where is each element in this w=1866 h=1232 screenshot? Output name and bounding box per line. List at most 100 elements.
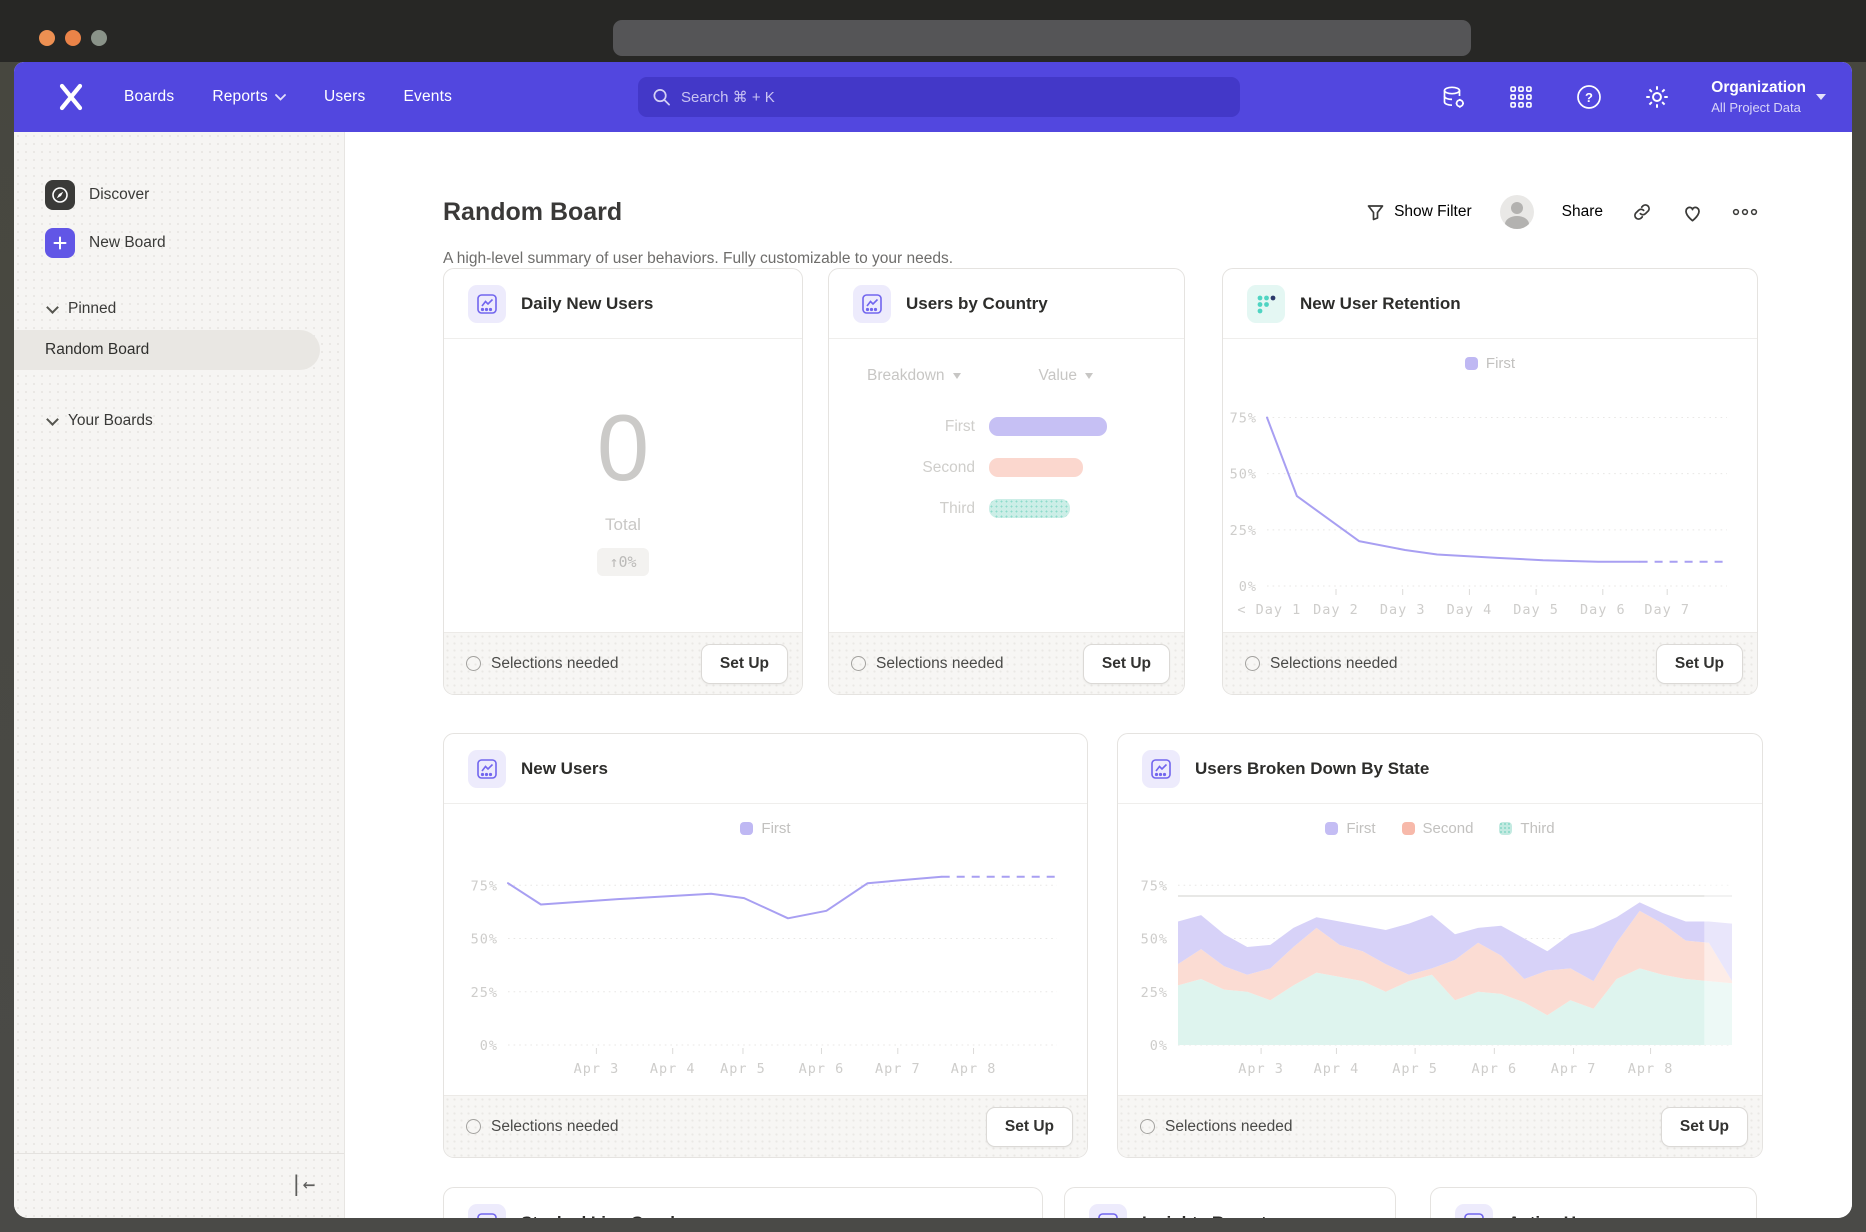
sidebar-item-discover[interactable]: Discover [45, 180, 149, 210]
setup-button[interactable]: Set Up [701, 644, 788, 684]
bar-second [989, 458, 1083, 477]
card-users-by-state: Users Broken Down By State First Second [1117, 733, 1763, 1158]
line-chart-icon [1089, 1204, 1127, 1218]
browser-tab[interactable] [613, 20, 1471, 56]
svg-text:Apr 7: Apr 7 [1551, 1061, 1597, 1077]
card-status: Selections needed [466, 1118, 986, 1136]
sidebar-section-pinned[interactable]: Pinned [48, 300, 116, 318]
state-stacked-area-chart: 0%25%50%75%Apr 3Apr 4Apr 5Apr 6Apr 7Apr … [1118, 852, 1762, 1095]
setup-button[interactable]: Set Up [1083, 644, 1170, 684]
bar-row: First [829, 417, 1184, 436]
card-insights-report: Insights Report [1064, 1187, 1396, 1218]
svg-text:Day 7: Day 7 [1644, 602, 1690, 618]
card-status: Selections needed [466, 655, 701, 673]
global-search[interactable] [638, 77, 1240, 117]
svg-text:0%: 0% [480, 1038, 498, 1054]
svg-text:25%: 25% [1141, 985, 1168, 1001]
sidebar-section-your-boards[interactable]: Your Boards [48, 412, 153, 430]
chevron-down-icon [1816, 94, 1826, 100]
status-circle-icon [466, 656, 481, 671]
card-title: Insights Report [1142, 1213, 1267, 1218]
setup-button[interactable]: Set Up [1656, 644, 1743, 684]
page-subtitle: A high-level summary of user behaviors. … [443, 250, 953, 268]
retention-line-chart: 0%25%50%75%< Day 1Day 2Day 3Day 4Day 5Da… [1223, 387, 1757, 632]
line-chart-icon [853, 285, 891, 323]
search-input[interactable] [681, 89, 1226, 106]
chevron-down-icon [275, 94, 286, 101]
search-icon [652, 87, 671, 107]
chevron-down-icon [46, 413, 59, 426]
svg-text:50%: 50% [471, 932, 498, 948]
card-title: New Users [521, 759, 608, 779]
svg-text:?: ? [1585, 90, 1593, 105]
svg-text:Day 3: Day 3 [1380, 602, 1426, 618]
data-management-icon[interactable] [1439, 83, 1467, 111]
legend-item-first: First [1465, 355, 1515, 372]
favorite-heart-icon[interactable] [1681, 201, 1704, 224]
svg-text:Apr 4: Apr 4 [1314, 1061, 1360, 1077]
svg-text:0%: 0% [1150, 1038, 1168, 1054]
share-button[interactable]: Share [1562, 203, 1603, 221]
card-title: Daily New Users [521, 294, 653, 314]
screen: Boards Reports Users Events [0, 0, 1866, 1232]
bar-row: Third [829, 499, 1184, 518]
sidebar-item-new-board[interactable]: New Board [45, 228, 166, 258]
window-zoom-button[interactable] [91, 30, 107, 46]
value-dropdown[interactable]: Value [1039, 367, 1094, 385]
legend-item-second: Second [1402, 820, 1474, 837]
card-title: Active Users [1508, 1213, 1611, 1218]
breakdown-dropdown[interactable]: Breakdown [867, 367, 961, 385]
sidebar-item-random-board[interactable]: Random Board [14, 330, 320, 370]
discover-compass-icon [45, 180, 75, 210]
metric-delta-badge: ↑0% [597, 548, 648, 576]
svg-text:Apr 5: Apr 5 [720, 1061, 766, 1077]
svg-text:Apr 3: Apr 3 [1238, 1061, 1284, 1077]
svg-text:75%: 75% [1230, 410, 1257, 426]
svg-text:50%: 50% [1230, 467, 1257, 483]
line-chart-icon [1455, 1204, 1493, 1218]
avatar[interactable] [1500, 195, 1534, 229]
setup-button[interactable]: Set Up [986, 1107, 1073, 1147]
card-active-users: Active Users [1430, 1187, 1757, 1218]
bar-row: Second [829, 458, 1184, 477]
status-circle-icon [851, 656, 866, 671]
svg-text:Apr 3: Apr 3 [574, 1061, 620, 1077]
legend-chip [740, 822, 753, 835]
sidebar: Discover New Board Pinned Random Board Y… [14, 132, 345, 1218]
bar-first [989, 417, 1107, 436]
card-status: Selections needed [851, 655, 1083, 673]
card-status: Selections needed [1140, 1118, 1661, 1136]
sidebar-collapse-button[interactable]: |← [290, 1172, 315, 1196]
nav-link-boards[interactable]: Boards [124, 88, 174, 106]
window-close-button[interactable] [39, 30, 55, 46]
copy-link-icon[interactable] [1631, 201, 1653, 223]
board-content: Random Board A high-level summary of use… [345, 132, 1852, 1218]
bar-third [989, 499, 1070, 518]
card-title: Stacked Line Graph [521, 1213, 681, 1218]
help-icon[interactable]: ? [1575, 83, 1603, 111]
svg-text:25%: 25% [471, 985, 498, 1001]
app-window: Boards Reports Users Events [14, 62, 1852, 1218]
svg-text:25%: 25% [1230, 523, 1257, 539]
nav-link-events[interactable]: Events [403, 88, 452, 106]
legend-chip [1499, 822, 1512, 835]
mixpanel-logo-icon[interactable] [56, 82, 86, 112]
card-status: Selections needed [1245, 655, 1656, 673]
apps-grid-icon[interactable] [1507, 83, 1535, 111]
settings-gear-icon[interactable] [1643, 83, 1671, 111]
setup-button[interactable]: Set Up [1661, 1107, 1748, 1147]
nav-link-users[interactable]: Users [324, 88, 365, 106]
legend-item-first: First [740, 820, 790, 837]
more-options-icon[interactable] [1732, 208, 1758, 216]
org-switcher[interactable]: Organization All Project Data [1711, 79, 1826, 115]
window-minimize-button[interactable] [65, 30, 81, 46]
nav-link-reports[interactable]: Reports [212, 88, 286, 106]
top-nav: Boards Reports Users Events [14, 62, 1852, 132]
legend-chip [1325, 822, 1338, 835]
status-circle-icon [466, 1119, 481, 1134]
show-filter-button[interactable]: Show Filter [1366, 203, 1472, 222]
legend-chip [1402, 822, 1415, 835]
status-circle-icon [1245, 656, 1260, 671]
svg-text:Apr 8: Apr 8 [951, 1061, 997, 1077]
svg-text:Day 5: Day 5 [1513, 602, 1559, 618]
